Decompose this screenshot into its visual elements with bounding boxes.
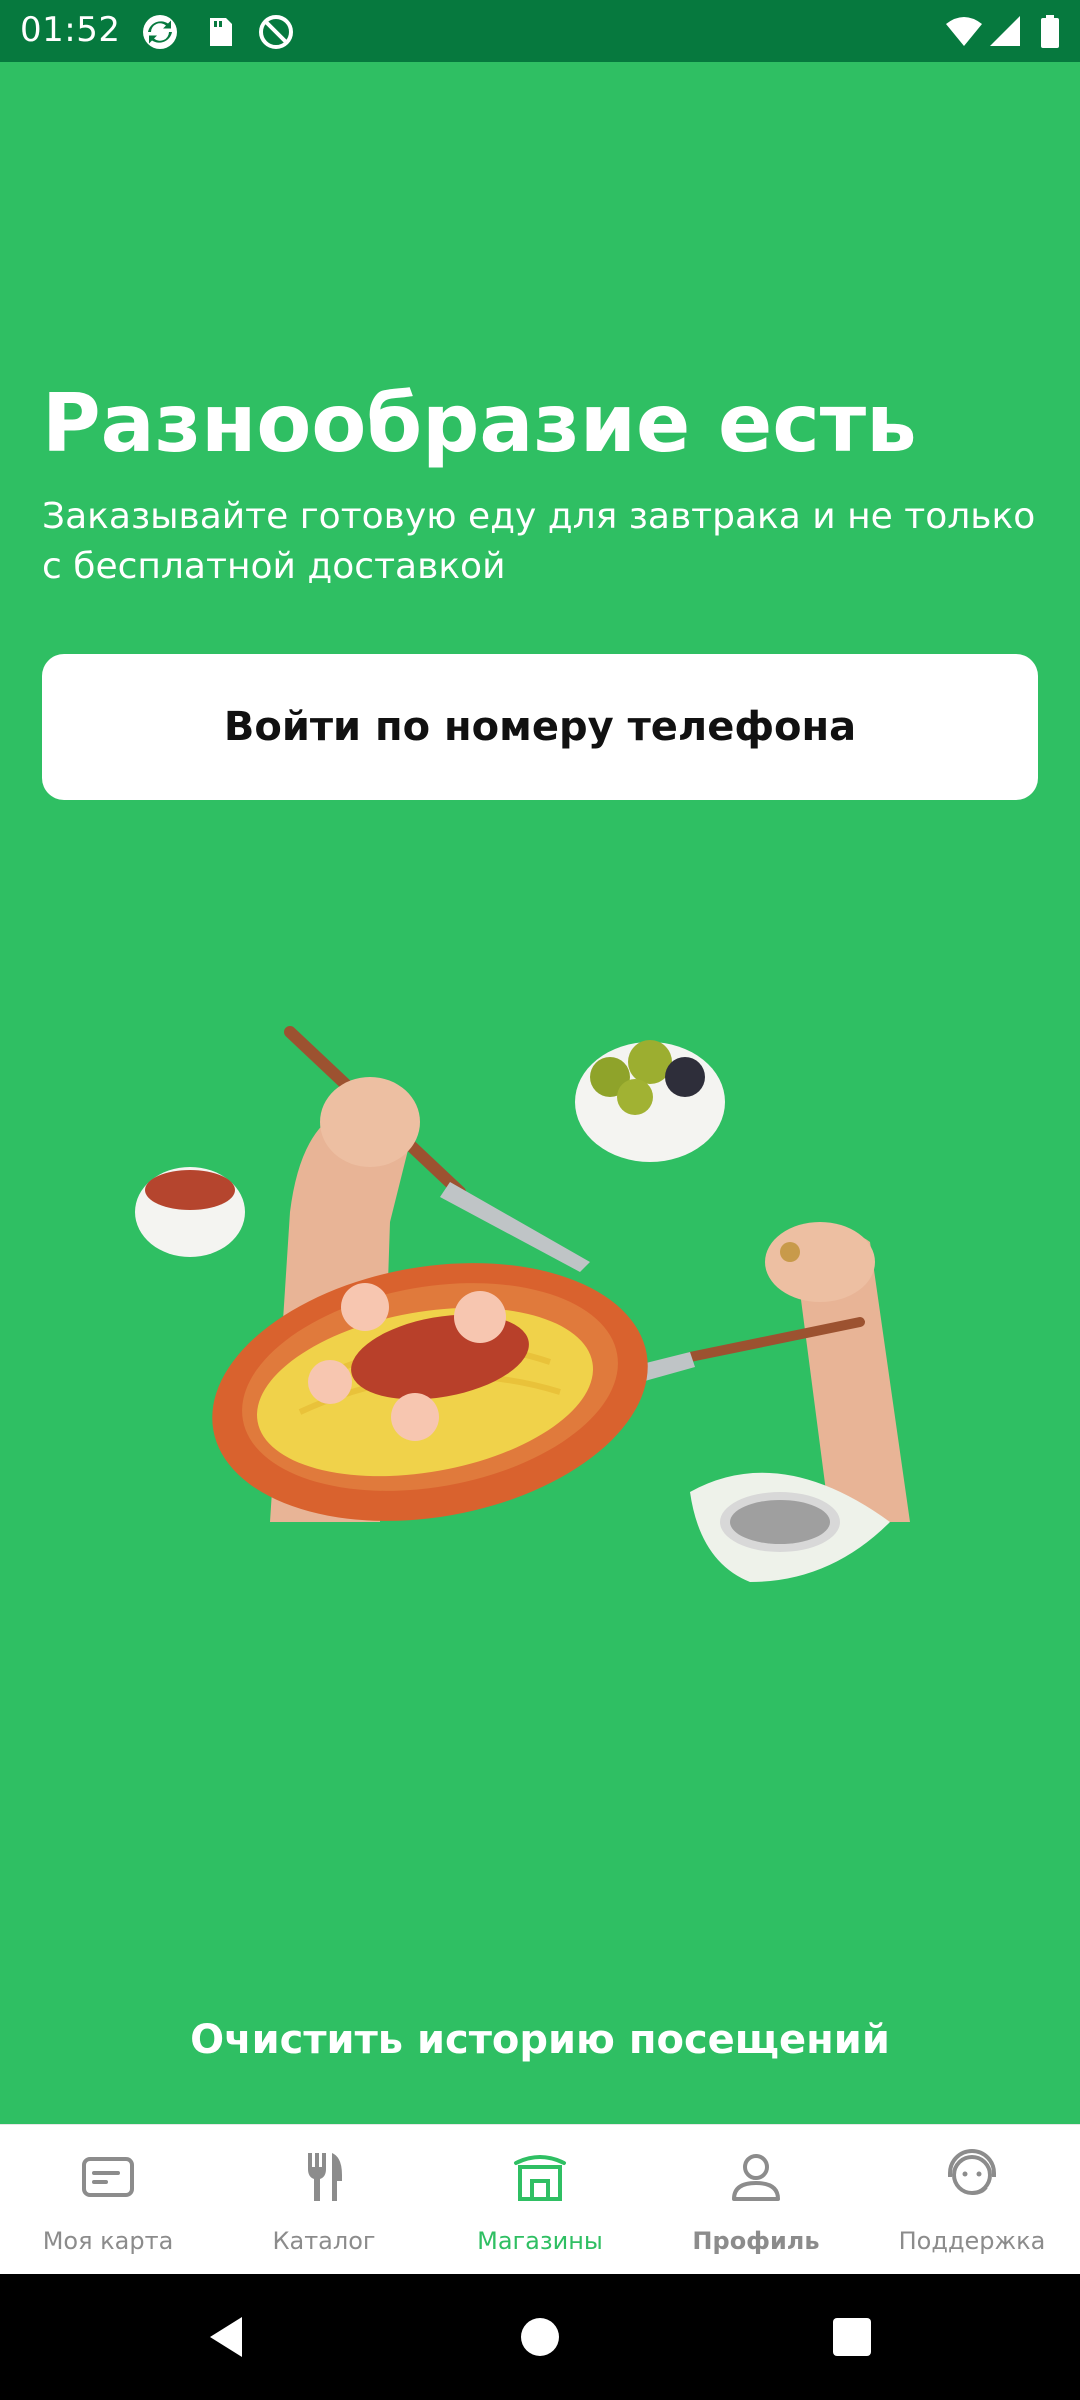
nav-my-card[interactable]: Моя карта (0, 2125, 216, 2275)
status-time: 01:52 (20, 10, 121, 50)
no-disturb-icon (259, 15, 293, 49)
nav-profile[interactable]: Профиль (648, 2125, 864, 2275)
back-icon[interactable] (196, 2307, 256, 2367)
login-by-phone-button[interactable]: Войти по номеру телефона (42, 654, 1038, 800)
nav-label: Моя карта (42, 2227, 174, 2255)
profile-icon (732, 2154, 780, 2201)
store-icon (514, 2155, 566, 2201)
bottom-nav: Моя карта Каталог Магазины Профиль Подде… (0, 2124, 1080, 2275)
home-icon[interactable] (510, 2307, 570, 2367)
food-illustration (135, 1026, 910, 1582)
card-icon (82, 2157, 134, 2197)
status-bar: 01:52 (0, 0, 1080, 62)
sd-card-icon (210, 18, 232, 46)
nav-label: Поддержка (898, 2227, 1046, 2255)
battery-icon (1041, 15, 1059, 48)
wifi-icon (946, 17, 982, 46)
signal-icon (990, 16, 1020, 46)
nav-label: Профиль (692, 2227, 820, 2255)
system-nav-bar (0, 2274, 1080, 2400)
support-icon (948, 2149, 996, 2195)
nav-catalog[interactable]: Каталог (216, 2125, 432, 2275)
nav-label: Магазины (477, 2227, 603, 2255)
recents-icon[interactable] (822, 2307, 882, 2367)
hero-title: Разнообразие есть (42, 377, 917, 470)
nav-label: Каталог (272, 2227, 376, 2255)
hero-subtitle: Заказывайте готовую еду для завтрака и н… (42, 496, 1036, 587)
fork-knife-icon (308, 2153, 342, 2201)
main-content: Разнообразие есть Заказывайте готовую ед… (0, 62, 1080, 2124)
sync-icon (143, 15, 177, 49)
clear-history-button[interactable]: Очистить историю посещений (0, 2017, 1080, 2063)
nav-stores[interactable]: Магазины (432, 2125, 648, 2275)
nav-support[interactable]: Поддержка (864, 2125, 1080, 2275)
